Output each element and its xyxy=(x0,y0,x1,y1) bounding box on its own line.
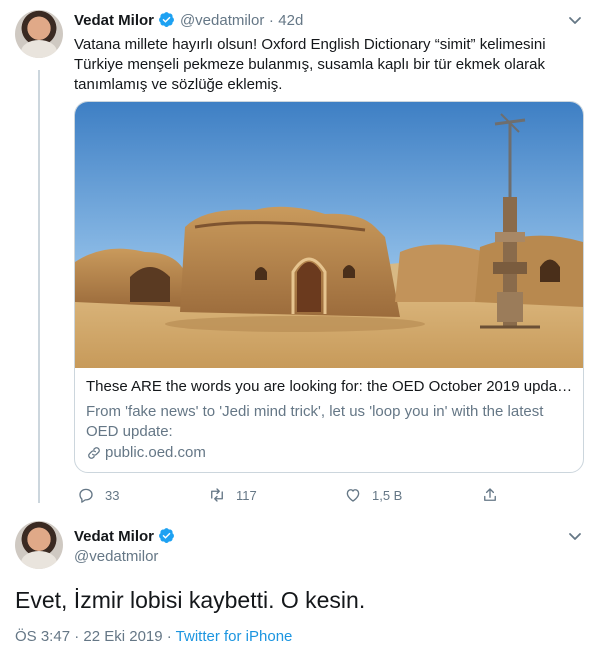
retweet-icon xyxy=(211,488,223,502)
avatar[interactable] xyxy=(15,521,63,569)
separator-dot: · xyxy=(268,12,274,29)
share-button[interactable] xyxy=(481,486,499,504)
tweet-header: Vedat Milor xyxy=(74,527,175,546)
card-link-domain: public.oed.com xyxy=(105,444,206,461)
author-handle[interactable]: @vedatmilor xyxy=(74,548,158,565)
link-icon xyxy=(88,446,100,459)
like-count: 1,5 B xyxy=(372,487,403,503)
card-image xyxy=(75,102,583,368)
reply-button[interactable]: 33 xyxy=(77,486,119,504)
card-description: From 'fake news' to 'Jedi mind trick', l… xyxy=(86,403,544,440)
tweet-source-link[interactable]: Twitter for iPhone xyxy=(176,628,293,645)
avatar[interactable] xyxy=(15,10,63,58)
retweet-button[interactable]: 117 xyxy=(208,486,257,504)
card-link[interactable]: public.oed.com xyxy=(86,444,206,461)
tweet-timestamp[interactable]: ÖS 3:47 · 22 Eki 2019 xyxy=(15,628,163,645)
tweet-text: Vatana millete hayırlı olsun! Oxford Eng… xyxy=(74,36,546,93)
chevron-down-icon[interactable] xyxy=(567,528,583,544)
thread-connector-line xyxy=(38,70,40,503)
verified-badge-icon xyxy=(159,12,175,27)
chevron-down-icon[interactable] xyxy=(567,12,583,28)
tweet-text: Evet, İzmir lobisi kaybetti. O kesin. xyxy=(15,587,366,613)
tweet-age[interactable]: 42d xyxy=(278,12,303,29)
retweet-count: 117 xyxy=(236,487,257,503)
author-name[interactable]: Vedat Milor xyxy=(74,12,154,29)
verified-badge-icon xyxy=(159,528,175,543)
tweet-header: Vedat Milor @vedatmilor · 42d xyxy=(74,11,303,30)
card-title[interactable]: These ARE the words you are looking for:… xyxy=(86,378,576,395)
meta-separator: · xyxy=(162,628,176,645)
reply-count: 33 xyxy=(105,487,120,503)
tweet-meta: ÖS 3:47 · 22 Eki 2019 · Twitter for iPho… xyxy=(15,628,292,645)
share-icon xyxy=(484,488,496,501)
reply-icon xyxy=(79,488,93,503)
like-icon xyxy=(346,489,360,502)
author-name[interactable]: Vedat Milor xyxy=(74,528,154,545)
link-preview-card[interactable]: These ARE the words you are looking for:… xyxy=(74,101,584,473)
author-handle[interactable]: @vedatmilor xyxy=(180,12,264,29)
like-button[interactable]: 1,5 B xyxy=(344,486,402,504)
